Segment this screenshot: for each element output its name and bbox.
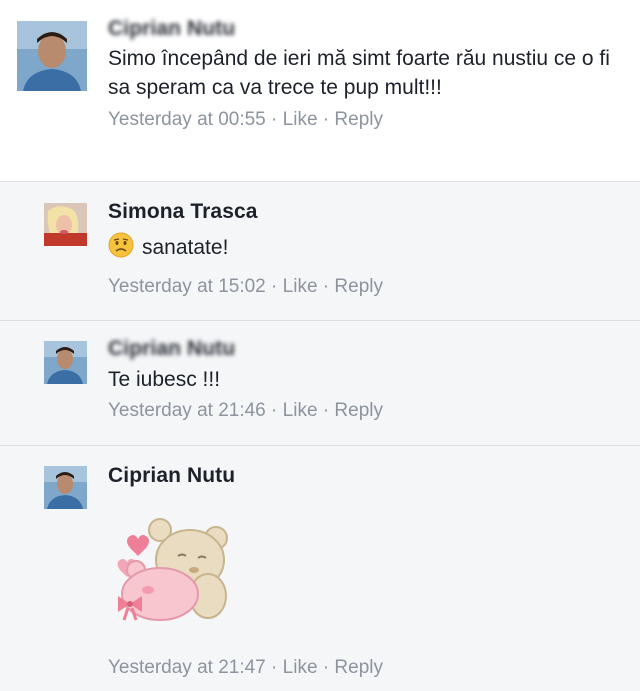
reply-item: Ciprian Nutu Te iubesc !!! Yesterday at … xyxy=(0,321,640,446)
avatar[interactable] xyxy=(44,341,87,384)
reply-link[interactable]: Reply xyxy=(334,400,383,421)
comment-author[interactable]: Ciprian Nutu xyxy=(108,464,620,488)
user-avatar-icon xyxy=(44,466,87,509)
comment-item: Ciprian Nutu Simo începând de ieri mă si… xyxy=(0,0,640,182)
comment-body: Ciprian Nutu Simo începând de ieri mă si… xyxy=(108,17,620,131)
user-avatar-icon xyxy=(44,203,87,246)
comment-meta: Yesterday at 21:47 · Like · Reply xyxy=(108,657,620,679)
separator: · xyxy=(322,657,330,678)
comment-meta: Yesterday at 21:46 · Like · Reply xyxy=(108,400,620,422)
comment-timestamp[interactable]: Yesterday at 21:47 xyxy=(108,657,266,678)
like-link[interactable]: Like xyxy=(283,400,318,421)
reply-item: Ciprian Nutu Yesterday at 21:47 · Like ·… xyxy=(0,446,640,691)
like-link[interactable]: Like xyxy=(283,109,318,130)
comment-timestamp[interactable]: Yesterday at 15:02 xyxy=(108,276,266,297)
user-avatar-icon xyxy=(17,21,87,91)
teddy-bears-hug-sticker[interactable] xyxy=(108,508,243,626)
avatar[interactable] xyxy=(44,466,87,509)
avatar[interactable] xyxy=(17,21,87,91)
comment-meta: Yesterday at 00:55 · Like · Reply xyxy=(108,109,620,131)
comment-author[interactable]: Simona Trasca xyxy=(108,200,620,224)
comment-author[interactable]: Ciprian Nutu xyxy=(108,17,620,41)
comment-body: Ciprian Nutu Yesterday at 21:47 · Like ·… xyxy=(108,464,620,679)
reply-link[interactable]: Reply xyxy=(334,276,383,297)
separator: · xyxy=(271,109,278,130)
comment-author[interactable]: Ciprian Nutu xyxy=(108,337,620,361)
separator: · xyxy=(322,400,330,421)
reply-link[interactable]: Reply xyxy=(334,109,383,130)
separator: · xyxy=(271,657,278,678)
comment-thread: Ciprian Nutu Simo începând de ieri mă si… xyxy=(0,0,640,691)
comment-body: Simona Trasca sanatate! Yesterday at 15:… xyxy=(108,200,620,298)
separator: · xyxy=(271,276,278,297)
comment-body: Ciprian Nutu Te iubesc !!! Yesterday at … xyxy=(108,337,620,422)
comment-text-row: sanatate! xyxy=(108,232,620,266)
like-link[interactable]: Like xyxy=(283,276,318,297)
comment-text: sanatate! xyxy=(142,236,229,259)
comment-meta: Yesterday at 15:02 · Like · Reply xyxy=(108,276,620,298)
separator: · xyxy=(322,109,330,130)
worried-face-icon xyxy=(108,232,134,266)
user-avatar-icon xyxy=(44,341,87,384)
comment-timestamp[interactable]: Yesterday at 00:55 xyxy=(108,109,266,130)
separator: · xyxy=(322,276,330,297)
reply-link[interactable]: Reply xyxy=(334,657,383,678)
separator: · xyxy=(271,400,278,421)
comment-text: Simo începând de ieri mă simt foarte rău… xyxy=(108,47,610,99)
avatar[interactable] xyxy=(44,203,87,246)
reply-item: Simona Trasca sanatate! Yesterday at 15:… xyxy=(0,182,640,321)
like-link[interactable]: Like xyxy=(283,657,318,678)
comment-timestamp[interactable]: Yesterday at 21:46 xyxy=(108,400,266,421)
comment-text: Te iubesc !!! xyxy=(108,368,221,391)
